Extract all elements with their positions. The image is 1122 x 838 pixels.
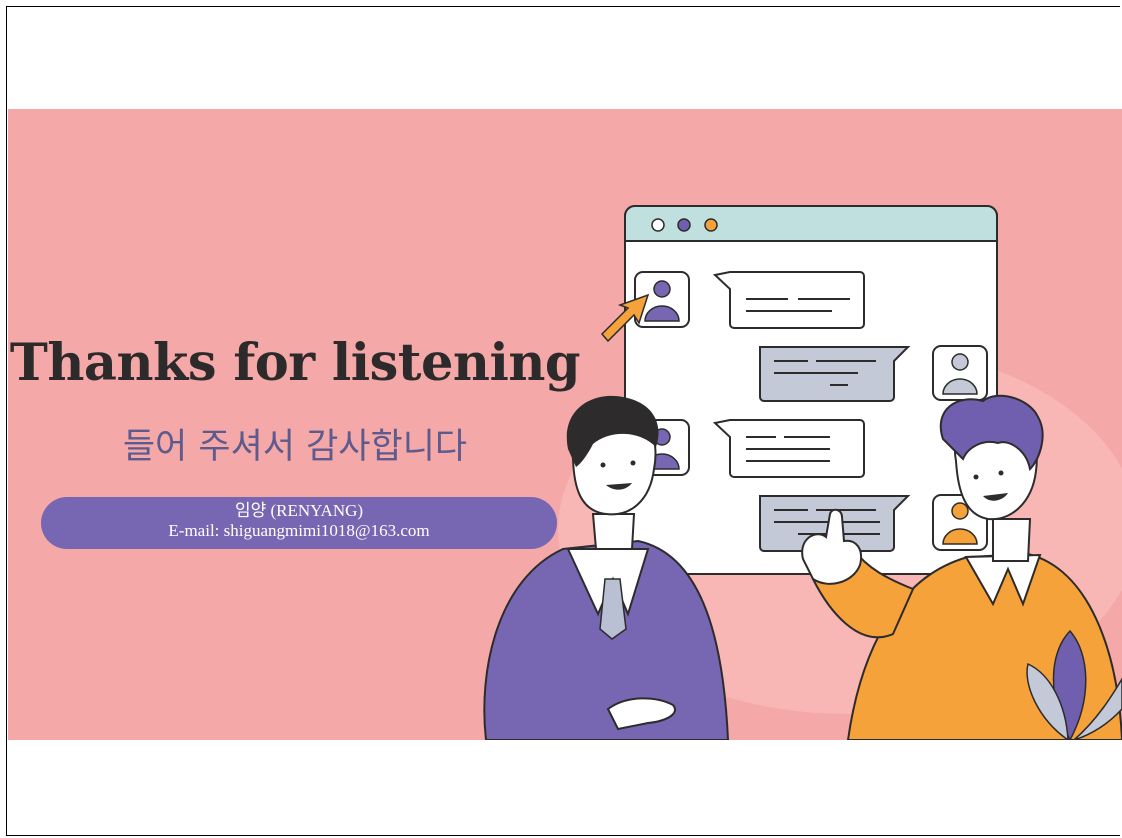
author-email: E-mail: shiguangmimi1018@163.com <box>168 521 430 540</box>
window-dot-icon <box>704 218 718 232</box>
chat-bubble-icon <box>759 346 911 402</box>
author-name: 임양 (RENYANG) <box>234 501 364 520</box>
user-avatar-icon <box>932 345 988 401</box>
chat-bubble-icon <box>712 271 865 329</box>
window-dot-icon <box>651 218 665 232</box>
slide-subtitle: 들어 주셔서 감사합니다 <box>122 427 468 467</box>
author-info-pill: 임양 (RENYANG) E-mail: shiguangmimi1018@16… <box>41 497 557 549</box>
window-dot-icon <box>677 218 691 232</box>
slide-title: Thanks for listening <box>9 333 581 393</box>
slide-canvas: Thanks for listening 들어 주셔서 감사합니다 임양 (RE… <box>8 109 1122 740</box>
chat-bubble-icon <box>712 419 865 478</box>
